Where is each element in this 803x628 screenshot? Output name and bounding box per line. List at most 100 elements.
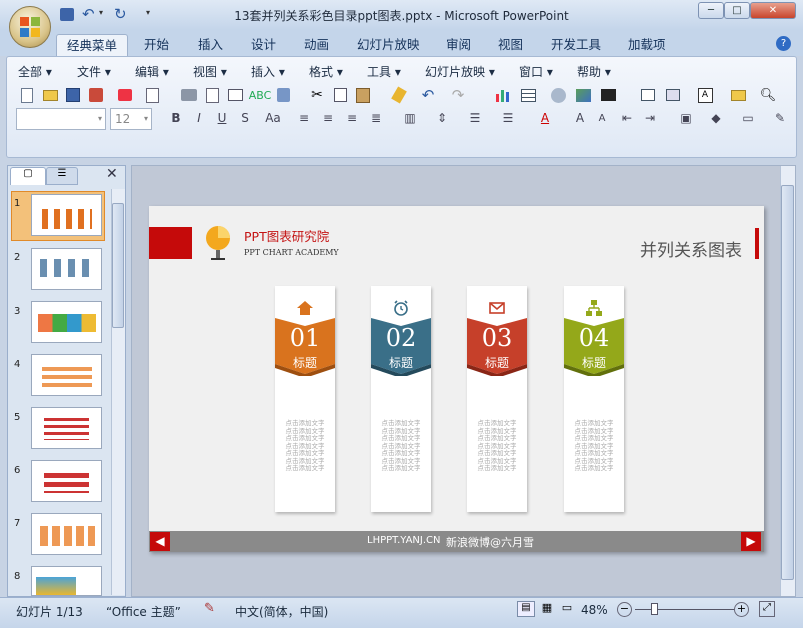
format-painter-icon[interactable]	[389, 85, 409, 105]
insert-chart-icon[interactable]	[493, 85, 513, 105]
open-icon[interactable]	[40, 85, 60, 105]
italic-button[interactable]: I	[189, 109, 209, 127]
repeat-icon[interactable]: ↻	[114, 5, 127, 23]
help-icon[interactable]: ?	[776, 36, 791, 51]
office-button[interactable]	[9, 6, 51, 48]
menu-tools[interactable]: 工具 ▾	[367, 63, 401, 80]
tab-slides[interactable]: ▢	[10, 167, 46, 185]
menu-edit[interactable]: 编辑 ▾	[135, 63, 169, 80]
text-box-icon[interactable]: A	[695, 85, 715, 105]
line-spacing-icon[interactable]: ⇕	[432, 109, 452, 127]
slide-thumbnail-7[interactable]	[31, 513, 102, 555]
minimize-button[interactable]: ─	[698, 2, 724, 19]
tab-outline[interactable]: ☰	[46, 167, 78, 185]
customize-qat-icon[interactable]: ▾	[146, 8, 150, 17]
menu-help[interactable]: 帮助 ▾	[577, 63, 611, 80]
slideshow-view-button[interactable]: ▭	[558, 601, 576, 617]
zoom-slider-thumb[interactable]	[651, 603, 658, 615]
tab-developer[interactable]: 开发工具	[551, 34, 601, 56]
slide-view-icon[interactable]	[225, 85, 245, 105]
undo-icon[interactable]: ↶	[82, 5, 95, 23]
save-icon[interactable]	[63, 85, 83, 105]
tab-insert[interactable]: 插入	[198, 34, 223, 56]
print-icon[interactable]	[179, 85, 199, 105]
menu-file[interactable]: 文件 ▾	[77, 63, 111, 80]
maximize-button[interactable]: □	[724, 2, 750, 19]
menu-view[interactable]: 视图 ▾	[193, 63, 227, 80]
slide-thumbnail-3[interactable]	[31, 301, 102, 343]
tab-home[interactable]: 开始	[144, 34, 169, 56]
zoom-in-button[interactable]: +	[734, 602, 749, 617]
shape-outline-icon[interactable]: ✎	[770, 109, 790, 127]
columns-icon[interactable]: ▥	[400, 109, 420, 127]
slide-thumbnail-8[interactable]	[31, 566, 102, 596]
slide-thumbnail-4[interactable]	[31, 354, 102, 396]
justify-icon[interactable]: ≣	[366, 109, 386, 127]
quick-styles-icon[interactable]: ▭	[738, 109, 758, 127]
find-icon[interactable]: 🔍︎	[758, 85, 778, 105]
tab-classic-menu[interactable]: 经典菜单	[56, 34, 128, 56]
folder-icon[interactable]	[728, 85, 748, 105]
font-size-combo[interactable]: 12 ▾	[110, 108, 152, 130]
tab-addins[interactable]: 加载项	[628, 34, 666, 56]
menu-insert[interactable]: 插入 ▾	[251, 63, 285, 80]
tab-slideshow[interactable]: 幻灯片放映	[357, 34, 420, 56]
change-case-button[interactable]: Aa	[260, 109, 286, 127]
card-01[interactable]: 01 标题 点击添加文字 点击添加文字 点击添加文字 点击添加文字 点击添加文字 点…	[275, 286, 335, 512]
close-button[interactable]: ✕	[750, 2, 796, 19]
clip-art-icon[interactable]	[548, 85, 568, 105]
layout-icon[interactable]	[663, 85, 683, 105]
tab-animation[interactable]: 动画	[304, 34, 329, 56]
new-slide-icon[interactable]	[638, 85, 658, 105]
menu-slideshow[interactable]: 幻灯片放映 ▾	[425, 63, 495, 80]
shrink-font-icon[interactable]: A	[592, 109, 612, 127]
spelling-icon[interactable]: ABC	[249, 85, 272, 105]
undo-icon[interactable]: ↶	[418, 85, 438, 105]
slide-thumbnail-6[interactable]	[31, 460, 102, 502]
new-icon[interactable]	[17, 85, 37, 105]
slide-thumbnail-1[interactable]	[31, 194, 102, 236]
font-name-combo[interactable]: ▾	[16, 108, 106, 130]
menu-all[interactable]: 全部 ▾	[18, 63, 52, 80]
send-icon[interactable]	[115, 85, 135, 105]
align-center-icon[interactable]: ≡	[318, 109, 338, 127]
save-icon[interactable]	[60, 8, 74, 21]
decrease-indent-icon[interactable]: ⇤	[617, 109, 637, 127]
normal-view-button[interactable]: ▤	[517, 601, 535, 617]
close-pane-icon[interactable]: ✕	[106, 166, 118, 182]
increase-indent-icon[interactable]: ⇥	[640, 109, 660, 127]
permission-icon[interactable]	[86, 85, 106, 105]
card-02[interactable]: 02 标题 点击添加文字 点击添加文字 点击添加文字 点击添加文字 点击添加文字 点…	[371, 286, 431, 512]
zoom-out-button[interactable]: −	[617, 602, 632, 617]
bold-button[interactable]: B	[166, 109, 186, 127]
align-right-icon[interactable]: ≡	[342, 109, 362, 127]
zoom-slider-track[interactable]	[635, 609, 735, 610]
research-icon[interactable]	[273, 85, 293, 105]
slide-thumbnail-5[interactable]	[31, 407, 102, 449]
language-status[interactable]: 中文(简体，中国)	[235, 603, 328, 620]
insert-table-icon[interactable]	[518, 85, 538, 105]
cut-icon[interactable]: ✂	[307, 85, 327, 105]
numbering-icon[interactable]: ☰	[498, 109, 518, 127]
underline-button[interactable]: U	[212, 109, 232, 127]
tab-view[interactable]: 视图	[498, 34, 523, 56]
slide-sorter-button[interactable]: ▦	[538, 601, 556, 617]
slide-thumbnail-2[interactable]	[31, 248, 102, 290]
shapes-icon[interactable]: ◆	[706, 109, 726, 127]
card-03[interactable]: 03 标题 点击添加文字 点击添加文字 点击添加文字 点击添加文字 点击添加文字 点…	[467, 286, 527, 512]
shape-fill-icon[interactable]	[598, 85, 618, 105]
pdf-icon[interactable]	[142, 85, 162, 105]
arrange-icon[interactable]: ▣	[676, 109, 696, 127]
tab-design[interactable]: 设计	[251, 34, 276, 56]
redo-icon[interactable]: ↷	[448, 85, 468, 105]
menu-window[interactable]: 窗口 ▾	[519, 63, 553, 80]
paste-icon[interactable]	[353, 85, 373, 105]
undo-dropdown-icon[interactable]: ▾	[99, 8, 103, 17]
copy-icon[interactable]	[330, 85, 350, 105]
shadow-button[interactable]: S	[235, 109, 255, 127]
insert-picture-icon[interactable]	[573, 85, 593, 105]
bullets-icon[interactable]: ☰	[465, 109, 485, 127]
tab-review[interactable]: 审阅	[446, 34, 471, 56]
scrollbar-thumb[interactable]	[781, 185, 794, 580]
spell-check-icon[interactable]: ✎	[204, 601, 215, 616]
